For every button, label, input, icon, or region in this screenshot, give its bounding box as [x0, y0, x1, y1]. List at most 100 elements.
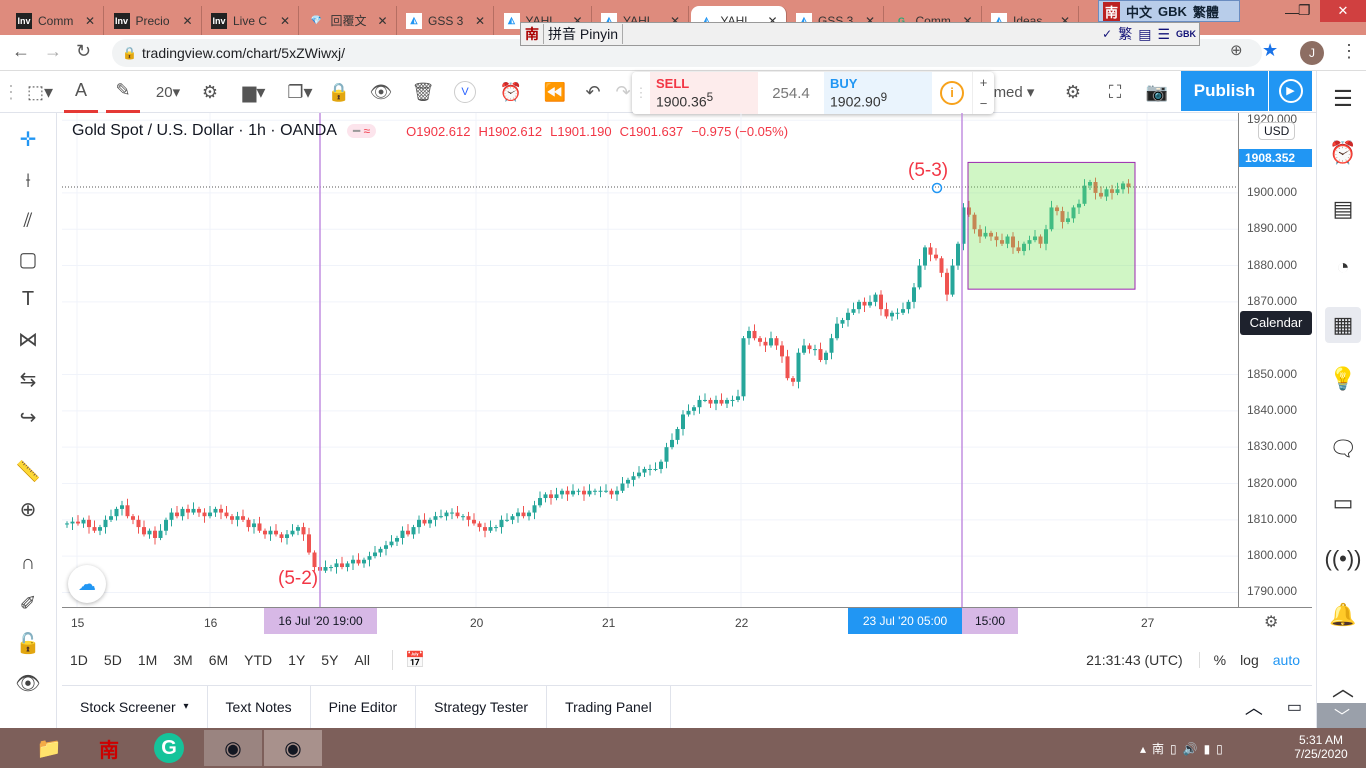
date-range-icon[interactable]: 📅: [391, 650, 425, 670]
tab-text-notes[interactable]: Text Notes: [208, 685, 311, 728]
play-icon[interactable]: ▶: [1268, 71, 1312, 111]
ime-traditional-button[interactable]: 繁: [1115, 24, 1135, 44]
currency-badge[interactable]: USD: [1258, 122, 1296, 140]
tab-stock-screener[interactable]: Stock Screener ▾: [62, 685, 208, 728]
close-tab-icon[interactable]: ✕: [475, 14, 485, 28]
crosshair-icon[interactable]: ✛: [12, 123, 44, 155]
auto-toggle[interactable]: auto: [1273, 652, 1300, 668]
browser-tab[interactable]: Inv Live C ✕: [203, 6, 299, 35]
bookmark-star-icon[interactable]: ★: [1262, 40, 1278, 61]
ime-status-bar[interactable]: 南 中文 GBK 繁體: [1098, 0, 1240, 22]
taskbar-date[interactable]: 7/25/2020: [1285, 747, 1357, 761]
range-1m[interactable]: 1M: [130, 652, 165, 668]
buy-button[interactable]: BUY 1902.909: [824, 72, 932, 114]
stay-drawing-icon[interactable]: ✐: [12, 587, 44, 619]
range-5d[interactable]: 5D: [96, 652, 130, 668]
hotlist-icon[interactable]: ◔: [1329, 253, 1357, 281]
range-6m[interactable]: 6M: [201, 652, 236, 668]
data-window-icon[interactable]: ▤: [1329, 195, 1357, 223]
minus-icon[interactable]: −: [980, 96, 988, 111]
prediction-icon[interactable]: ⇆: [12, 363, 44, 395]
collapse-down-icon[interactable]: ﹀: [1317, 703, 1366, 728]
expand-up-icon[interactable]: ︿: [1329, 673, 1357, 701]
layout-select-icon[interactable]: ⬚▾: [20, 71, 60, 113]
chats-icon[interactable]: 🗨: [1329, 435, 1357, 463]
lock-icon[interactable]: 🔒: [324, 71, 354, 113]
ime-gbk-button[interactable]: GBK: [1173, 29, 1199, 39]
font-size-select[interactable]: 20 ▾: [148, 71, 188, 113]
range-5y[interactable]: 5Y: [313, 652, 346, 668]
menu-icon[interactable]: ⋮: [1340, 41, 1358, 62]
system-tray-icons[interactable]: ▴南▯🔊▮▯: [1140, 740, 1229, 757]
info-icon[interactable]: i: [940, 81, 964, 105]
settings-gear-icon[interactable]: ⚙: [194, 71, 226, 113]
profile-avatar[interactable]: J: [1300, 41, 1324, 65]
legend-toggle[interactable]: ━ ≈: [346, 124, 377, 138]
magnet-icon[interactable]: ∩: [12, 547, 44, 579]
forward-icon[interactable]: →: [44, 41, 62, 62]
pattern-icon[interactable]: ⋈: [12, 323, 44, 355]
interval-select[interactable]: med ▾: [994, 71, 1035, 113]
v-badge[interactable]: V: [454, 81, 476, 103]
fib-tool-icon[interactable]: ⫽: [12, 205, 44, 237]
close-window-button[interactable]: ✕: [1320, 0, 1366, 22]
annotation-5-2[interactable]: (5-2): [278, 568, 318, 590]
range-ytd[interactable]: YTD: [236, 652, 280, 668]
ime-traditional[interactable]: 繁體: [1193, 2, 1219, 21]
close-tab-icon[interactable]: ✕: [85, 14, 95, 28]
clone-icon[interactable]: ❐▾: [280, 71, 320, 113]
annotation-5-3[interactable]: (5-3): [908, 160, 948, 182]
text-tool-icon[interactable]: T: [12, 283, 44, 315]
grammarly-icon[interactable]: G: [140, 730, 198, 766]
file-explorer-icon[interactable]: 📁: [20, 730, 78, 766]
collapse-panel-icon[interactable]: ︿: [1245, 694, 1263, 720]
layers-icon[interactable]: ▆▾: [234, 71, 274, 113]
ruler-icon[interactable]: 📏: [12, 455, 44, 487]
drag-handle-icon[interactable]: ⋮: [632, 72, 650, 114]
percent-toggle[interactable]: %: [1198, 652, 1226, 668]
close-tab-icon[interactable]: ✕: [377, 14, 387, 28]
maximize-panel-icon[interactable]: ▭: [1287, 697, 1302, 717]
range-all[interactable]: All: [346, 652, 378, 668]
log-toggle[interactable]: log: [1240, 652, 1259, 668]
alerts-clock-icon[interactable]: ⏰: [1329, 139, 1357, 167]
notifications-bell-icon[interactable]: 🔔: [1329, 601, 1357, 629]
trend-line-icon[interactable]: ⟊: [12, 165, 44, 197]
ime-encoding[interactable]: GBK: [1158, 4, 1187, 19]
text-color-icon[interactable]: A: [64, 71, 98, 113]
zoom-icon[interactable]: ⊕: [1230, 41, 1243, 59]
lock-drawings-icon[interactable]: 🔓: [12, 627, 44, 659]
replay-icon[interactable]: ⏪: [538, 71, 572, 113]
browser-tab[interactable]: ◭ GSS 3 ✕: [398, 6, 494, 35]
undo-icon[interactable]: ↶: [580, 71, 606, 113]
tab-strategy-tester[interactable]: Strategy Tester: [416, 685, 548, 728]
quantity-stepper[interactable]: + −: [972, 72, 994, 114]
ime-list-icon[interactable]: ☰: [1154, 26, 1173, 43]
alarm-clock-icon[interactable]: ⏰: [494, 71, 528, 113]
range-1y[interactable]: 1Y: [280, 652, 313, 668]
price-axis[interactable]: 1920.000 1900.000 1890.000 1880.000 1870.000…: [1238, 112, 1312, 607]
range-3m[interactable]: 3M: [165, 652, 200, 668]
restore-button[interactable]: ❐: [1298, 2, 1311, 19]
symbol-title[interactable]: Gold Spot / U.S. Dollar · 1h · OANDA: [72, 122, 337, 140]
drag-handle-icon[interactable]: ⋮: [2, 71, 20, 113]
watchlist-icon[interactable]: ☰: [1329, 85, 1357, 113]
arrow-icon[interactable]: ↪: [12, 401, 44, 433]
line-color-icon[interactable]: ✎: [106, 71, 140, 113]
ime-lang[interactable]: 中文: [1126, 2, 1152, 21]
hide-drawings-eye-icon[interactable]: 👁: [12, 667, 44, 699]
taskbar-time[interactable]: 5:31 AM: [1285, 733, 1357, 747]
chart-settings-gear-icon[interactable]: ⚙: [1056, 71, 1090, 113]
plus-icon[interactable]: +: [980, 75, 988, 90]
range-1d[interactable]: 1D: [62, 652, 96, 668]
utc-clock[interactable]: 21:31:43 (UTC): [1086, 652, 1182, 668]
time-axis[interactable]: 15 16 20 21 22 27: [62, 607, 1312, 637]
chrome-icon[interactable]: ◉: [204, 730, 262, 766]
browser-tab[interactable]: Inv Comm ✕: [8, 6, 104, 35]
ime-check-button[interactable]: ✓: [1099, 27, 1115, 41]
streams-icon[interactable]: ((•)): [1325, 545, 1362, 573]
tab-trading-panel[interactable]: Trading Panel: [547, 685, 671, 728]
delete-trash-icon[interactable]: 🗑: [408, 71, 438, 113]
ideas-lightbulb-icon[interactable]: 💡: [1329, 365, 1357, 393]
browser-tab[interactable]: Inv Precio ✕: [106, 6, 202, 35]
